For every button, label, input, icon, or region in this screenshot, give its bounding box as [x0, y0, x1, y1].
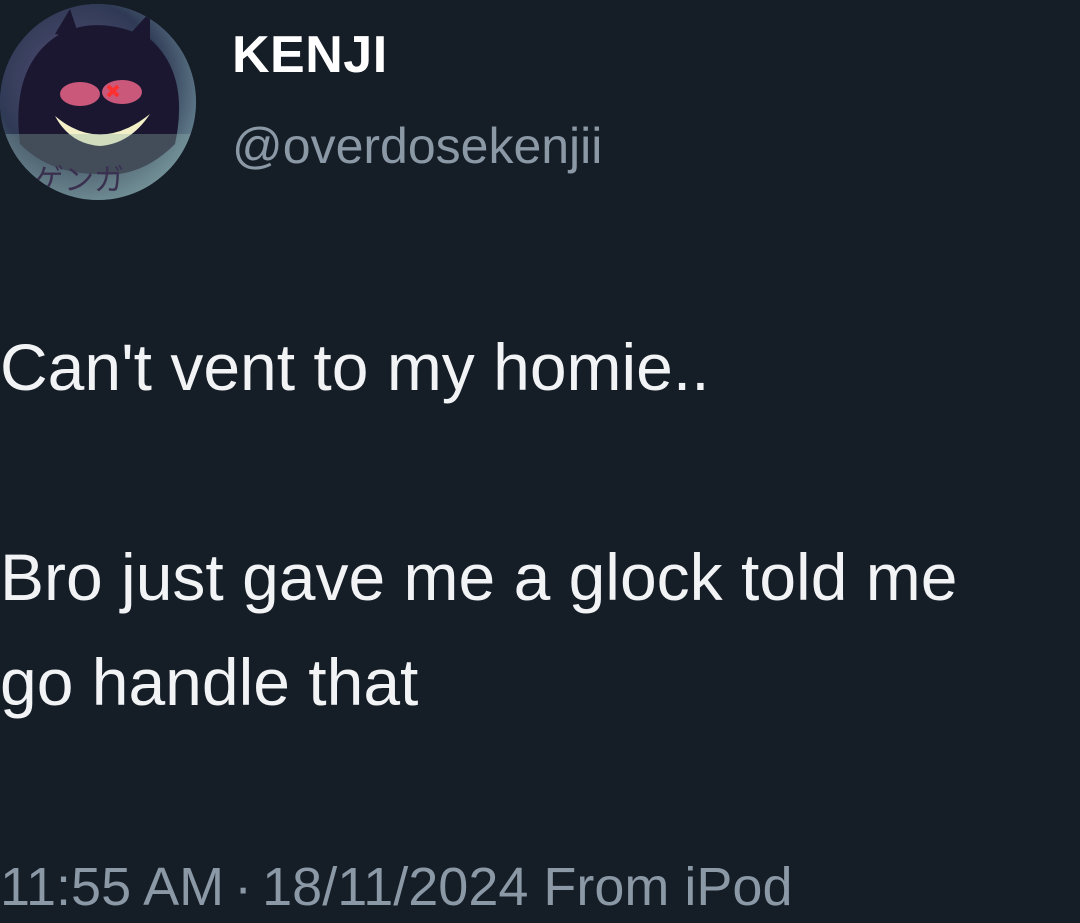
user-handle[interactable]: @overdosekenjii	[232, 118, 602, 176]
tweet-text-line-1: Can't vent to my homie..	[0, 330, 710, 404]
tweet-text-line-2: Bro just gave me a glock told me	[0, 540, 958, 614]
tweet-text-line-3: go handle that	[0, 645, 419, 719]
avatar-text: ゲンガ	[34, 163, 124, 198]
meta-separator: ·	[234, 857, 253, 917]
tweet-date[interactable]: 18/11/2024	[262, 857, 528, 917]
display-name[interactable]: KENJI	[232, 26, 388, 86]
gengar-avatar-icon: ゲンガ	[0, 4, 196, 200]
tweet-card: ゲンガ KENJI @overdosekenjii Can't vent to …	[0, 0, 1080, 923]
tweet-time[interactable]: 11:55 AM	[0, 857, 224, 917]
tweet-source: From iPod	[543, 857, 793, 917]
profile-avatar[interactable]: ゲンガ	[0, 4, 196, 200]
tweet-metadata: 11:55 AM · 18/11/2024 From iPod	[0, 856, 793, 918]
